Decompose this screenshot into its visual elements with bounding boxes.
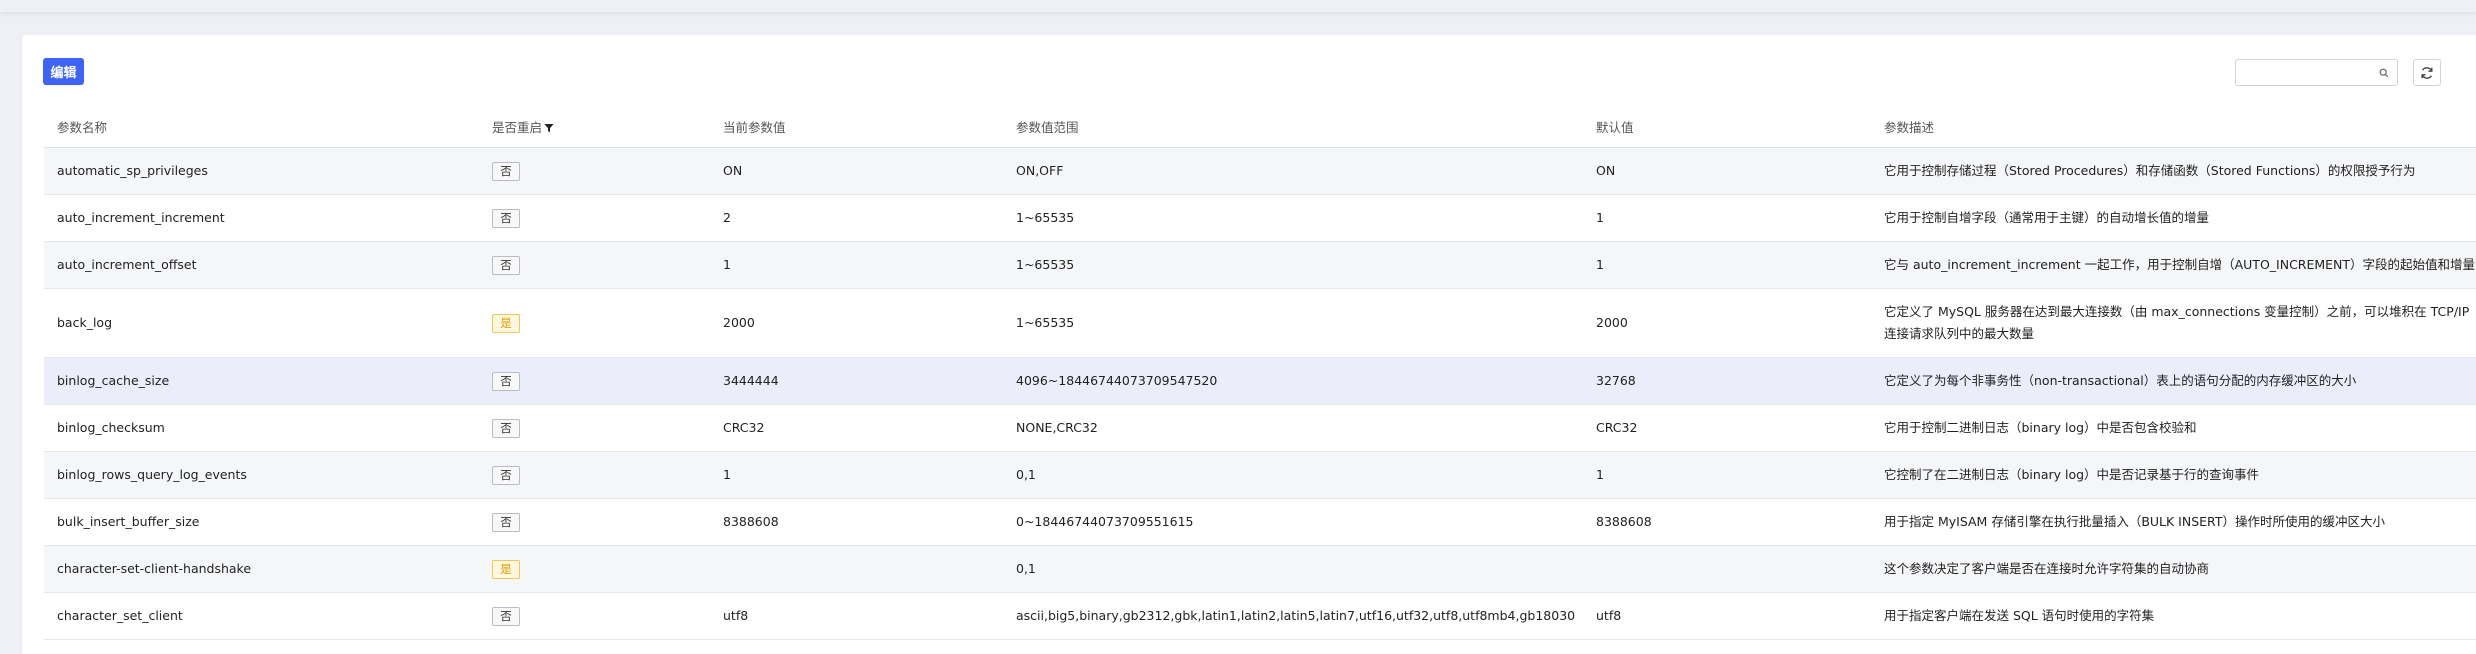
value-range: 1~65535 — [1003, 194, 1583, 242]
param-name: bulk_insert_buffer_size — [44, 498, 479, 546]
restart-badge: 是 — [492, 559, 520, 579]
refresh-button[interactable] — [2413, 59, 2441, 86]
table-row[interactable]: auto_increment_offset 否 1 1~65535 1 它与 a… — [44, 241, 2476, 289]
restart-badge: 否 — [492, 208, 520, 228]
top-bar — [0, 0, 2476, 12]
param-name: automatic_sp_privileges — [44, 147, 479, 195]
table-row[interactable]: bulk_insert_buffer_size 否 8388608 0~1844… — [44, 498, 2476, 546]
restart-cell: 否 — [479, 357, 710, 405]
restart-cell: 否 — [479, 194, 710, 242]
restart-cell: 否 — [479, 498, 710, 546]
default-value: 2000 — [1583, 288, 1871, 358]
param-name: binlog_rows_query_log_events — [44, 451, 479, 499]
param-desc: 这个参数决定了客户端是否在连接时允许字符集的自动协商 — [1871, 545, 2476, 593]
column-header-current: 当前参数值 — [710, 106, 1003, 148]
param-desc: 用于指定客户端在发送 SQL 语句时使用的字符集 — [1871, 592, 2476, 640]
default-value: 1 — [1583, 194, 1871, 242]
table-row[interactable]: auto_increment_increment 否 2 1~65535 1 它… — [44, 194, 2476, 242]
param-name: auto_increment_offset — [44, 241, 479, 289]
value-range: ascii,big5,binary,gb2312,gbk,latin1,lati… — [1003, 592, 1583, 640]
param-desc: 它定义了为每个非事务性（non-transactional）表上的语句分配的内存… — [1871, 357, 2476, 405]
restart-cell: 否 — [479, 451, 710, 499]
parameter-panel: 编辑 参数名称 是否重启 当前参数值 参数值范围 默认值 参数描述 automa… — [22, 35, 2476, 654]
column-header-desc: 参数描述 — [1871, 106, 2476, 148]
restart-badge: 否 — [492, 371, 520, 391]
table-header: 参数名称 是否重启 当前参数值 参数值范围 默认值 参数描述 — [44, 106, 2476, 148]
value-range: 0,1 — [1003, 545, 1583, 593]
default-value — [1583, 545, 1871, 593]
column-header-restart[interactable]: 是否重启 — [479, 106, 710, 148]
column-header-default: 默认值 — [1583, 106, 1871, 148]
restart-badge: 否 — [492, 161, 520, 181]
edit-button[interactable]: 编辑 — [43, 58, 84, 85]
restart-cell: 否 — [479, 147, 710, 195]
param-name: character-set-client-handshake — [44, 545, 479, 593]
param-desc: 它用于控制自增字段（通常用于主键）的自动增长值的增量 — [1871, 194, 2476, 242]
restart-cell: 否 — [479, 241, 710, 289]
current-value: utf8 — [710, 592, 1003, 640]
current-value: 2 — [710, 194, 1003, 242]
table-row[interactable]: character-set-client-handshake 是 0,1 这个参… — [44, 545, 2476, 593]
param-desc: 用于指定 MyISAM 存储引擎在执行批量插入（BULK INSERT）操作时所… — [1871, 498, 2476, 546]
value-range: 0,1 — [1003, 451, 1583, 499]
value-range: ON,OFF — [1003, 147, 1583, 195]
restart-cell: 是 — [479, 545, 710, 593]
current-value: 3444444 — [710, 357, 1003, 405]
param-desc: 它定义了 MySQL 服务器在达到最大连接数（由 max_connections… — [1871, 288, 2476, 358]
current-value — [710, 545, 1003, 593]
current-value: 8388608 — [710, 498, 1003, 546]
table-row[interactable]: back_log 是 2000 1~65535 2000 它定义了 MySQL … — [44, 288, 2476, 358]
search-box[interactable] — [2235, 59, 2398, 86]
current-value: ON — [710, 147, 1003, 195]
param-name: back_log — [44, 288, 479, 358]
column-header-name: 参数名称 — [44, 106, 479, 148]
default-value: ON — [1583, 147, 1871, 195]
default-value: 8388608 — [1583, 498, 1871, 546]
param-name: binlog_checksum — [44, 404, 479, 452]
default-value: utf8 — [1583, 592, 1871, 640]
default-value: 1 — [1583, 451, 1871, 499]
current-value: 2000 — [710, 288, 1003, 358]
table-row[interactable]: binlog_rows_query_log_events 否 1 0,1 1 它… — [44, 451, 2476, 499]
parameter-table: 参数名称 是否重启 当前参数值 参数值范围 默认值 参数描述 automatic… — [44, 106, 2476, 640]
table-row[interactable]: character_set_client 否 utf8 ascii,big5,b… — [44, 592, 2476, 640]
param-name: character_set_client — [44, 592, 479, 640]
param-desc: 它控制了在二进制日志（binary log）中是否记录基于行的查询事件 — [1871, 451, 2476, 499]
restart-badge: 否 — [492, 465, 520, 485]
value-range: 0~18446744073709551615 — [1003, 498, 1583, 546]
column-header-range: 参数值范围 — [1003, 106, 1583, 148]
default-value: 32768 — [1583, 357, 1871, 405]
param-desc: 它用于控制二进制日志（binary log）中是否包含校验和 — [1871, 404, 2476, 452]
restart-badge: 是 — [492, 313, 520, 333]
table-row[interactable]: binlog_checksum 否 CRC32 NONE,CRC32 CRC32… — [44, 404, 2476, 452]
value-range: NONE,CRC32 — [1003, 404, 1583, 452]
current-value: 1 — [710, 241, 1003, 289]
default-value: CRC32 — [1583, 404, 1871, 452]
restart-cell: 是 — [479, 288, 710, 358]
value-range: 4096~18446744073709547520 — [1003, 357, 1583, 405]
restart-badge: 否 — [492, 255, 520, 275]
search-input[interactable] — [2242, 64, 2372, 82]
restart-badge: 否 — [492, 606, 520, 626]
param-name: auto_increment_increment — [44, 194, 479, 242]
value-range: 1~65535 — [1003, 288, 1583, 358]
restart-badge: 否 — [492, 418, 520, 438]
param-desc: 它与 auto_increment_increment 一起工作，用于控制自增（… — [1871, 241, 2476, 289]
current-value: 1 — [710, 451, 1003, 499]
restart-cell: 否 — [479, 404, 710, 452]
filter-icon[interactable] — [544, 123, 554, 133]
param-desc: 它用于控制存储过程（Stored Procedures）和存储函数（Stored… — [1871, 147, 2476, 195]
current-value: CRC32 — [710, 404, 1003, 452]
search-icon[interactable] — [2379, 68, 2389, 78]
value-range: 1~65535 — [1003, 241, 1583, 289]
restart-cell: 否 — [479, 592, 710, 640]
param-name: binlog_cache_size — [44, 357, 479, 405]
restart-badge: 否 — [492, 512, 520, 532]
default-value: 1 — [1583, 241, 1871, 289]
table-row[interactable]: automatic_sp_privileges 否 ON ON,OFF ON 它… — [44, 147, 2476, 195]
table-row[interactable]: binlog_cache_size 否 3444444 4096~1844674… — [44, 357, 2476, 405]
refresh-icon — [2421, 66, 2433, 79]
